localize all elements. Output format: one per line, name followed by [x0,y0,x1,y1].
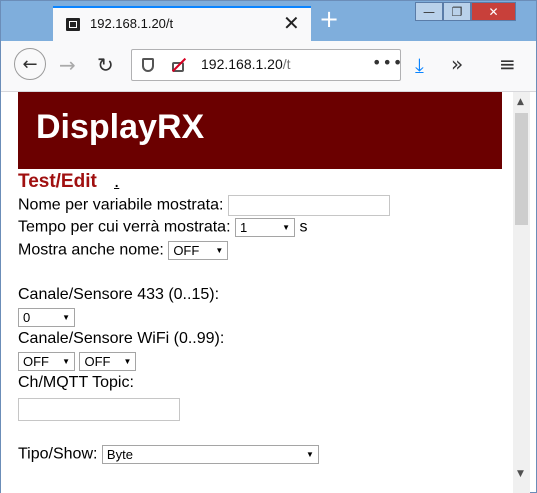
hamburger-menu-icon[interactable]: ≡ [499,52,516,76]
wifi-label: Canale/Sensore WiFi (0..99): [18,330,225,347]
active-tab[interactable]: 192.168.1.20/t ✕ [53,6,311,41]
type-row: Tipo/Show: Byte ▼ [18,445,319,464]
chevron-down-icon: ▼ [123,357,132,366]
scroll-down-icon[interactable]: ▼ [517,469,524,479]
type-label: Tipo/Show: [18,445,98,463]
show-name-value: OFF [173,243,200,258]
type-value: Byte [106,447,133,462]
vertical-scrollbar[interactable]: ▲ ▼ [513,92,530,493]
chevron-down-icon: ▼ [305,450,314,459]
duration-unit: s [299,218,308,236]
duration-label: Tempo per cui verrà mostrata: [18,218,231,236]
title-bar: 192.168.1.20/t ✕ + — ❐ ✕ [1,1,536,41]
navigation-toolbar: ← → ↻ 192.168.1.20/t ••• ⤓ » ≡ [1,41,536,92]
section-title: Test/Edit [18,171,97,192]
show-name-select[interactable]: OFF ▼ [168,241,229,260]
favicon-icon [66,18,80,31]
mqtt-topic-input[interactable] [18,398,180,421]
forward-button[interactable]: → [59,53,76,77]
sensor433-row: 0 ▼ [18,308,75,327]
maximize-button[interactable]: ❐ [443,2,471,21]
tab-title: 192.168.1.20/t [90,16,174,31]
insecure-lock-icon[interactable] [171,57,187,73]
close-tab-icon[interactable]: ✕ [283,13,300,33]
chevron-down-icon: ▼ [62,357,70,366]
chevron-down-icon: ▼ [215,246,224,255]
reload-button[interactable]: ↻ [97,53,114,77]
url-host: 192.168.1.20 [201,56,283,72]
duration-value: 1 [239,220,248,235]
show-name-row: Mostra anche nome: OFF ▼ [18,241,229,260]
duration-select[interactable]: 1 ▼ [234,218,295,237]
sensor433-value: 0 [23,310,31,325]
show-name-label: Mostra anche nome: [18,241,164,259]
mqtt-label: Ch/MQTT Topic: [18,374,134,391]
new-tab-button[interactable]: + [319,7,339,31]
chevron-down-icon: ▼ [62,313,70,322]
chevron-down-icon: ▼ [282,223,290,232]
scroll-up-icon[interactable]: ▲ [517,97,524,107]
wifi-value-2: OFF [84,354,111,369]
duration-row: Tempo per cui verrà mostrata: 1 ▼ s [18,218,307,237]
download-icon[interactable]: ⤓ [415,53,424,77]
sensor433-label: Canale/Sensore 433 (0..15): [18,286,220,303]
page-actions-icon[interactable]: ••• [372,53,403,72]
back-button[interactable]: ← [14,48,46,80]
wifi-row: OFF ▼ OFF ▼ [18,352,137,371]
url-text[interactable]: 192.168.1.20/t [201,56,291,72]
wifi-value-1: OFF [23,354,49,369]
sensor433-select[interactable]: 0 ▼ [18,308,75,327]
name-row: Nome per variabile mostrata: [18,195,390,216]
name-label: Nome per variabile mostrata: [18,196,224,214]
shield-icon[interactable] [142,58,154,72]
page-viewport: DisplayRX Test/Edit . Nome per variabile… [1,92,515,493]
mqtt-row [18,398,180,421]
name-input[interactable] [227,195,390,216]
wifi-select-1[interactable]: OFF ▼ [18,352,75,371]
scrollbar-thumb[interactable] [515,113,528,225]
section-link[interactable]: . [114,171,119,193]
type-select[interactable]: Byte ▼ [101,445,319,464]
wifi-select-2[interactable]: OFF ▼ [79,352,137,371]
overflow-menu-icon[interactable]: » [451,52,463,76]
url-path: /t [282,56,291,72]
minimize-button[interactable]: — [415,2,443,21]
page-title: DisplayRX [36,108,205,146]
header-banner: DisplayRX [18,92,502,169]
address-bar[interactable]: 192.168.1.20/t ••• [131,49,403,81]
browser-window: 192.168.1.20/t ✕ + — ❐ ✕ ← → ↻ 192.168.1… [0,0,537,493]
window-close-button[interactable]: ✕ [471,2,516,21]
